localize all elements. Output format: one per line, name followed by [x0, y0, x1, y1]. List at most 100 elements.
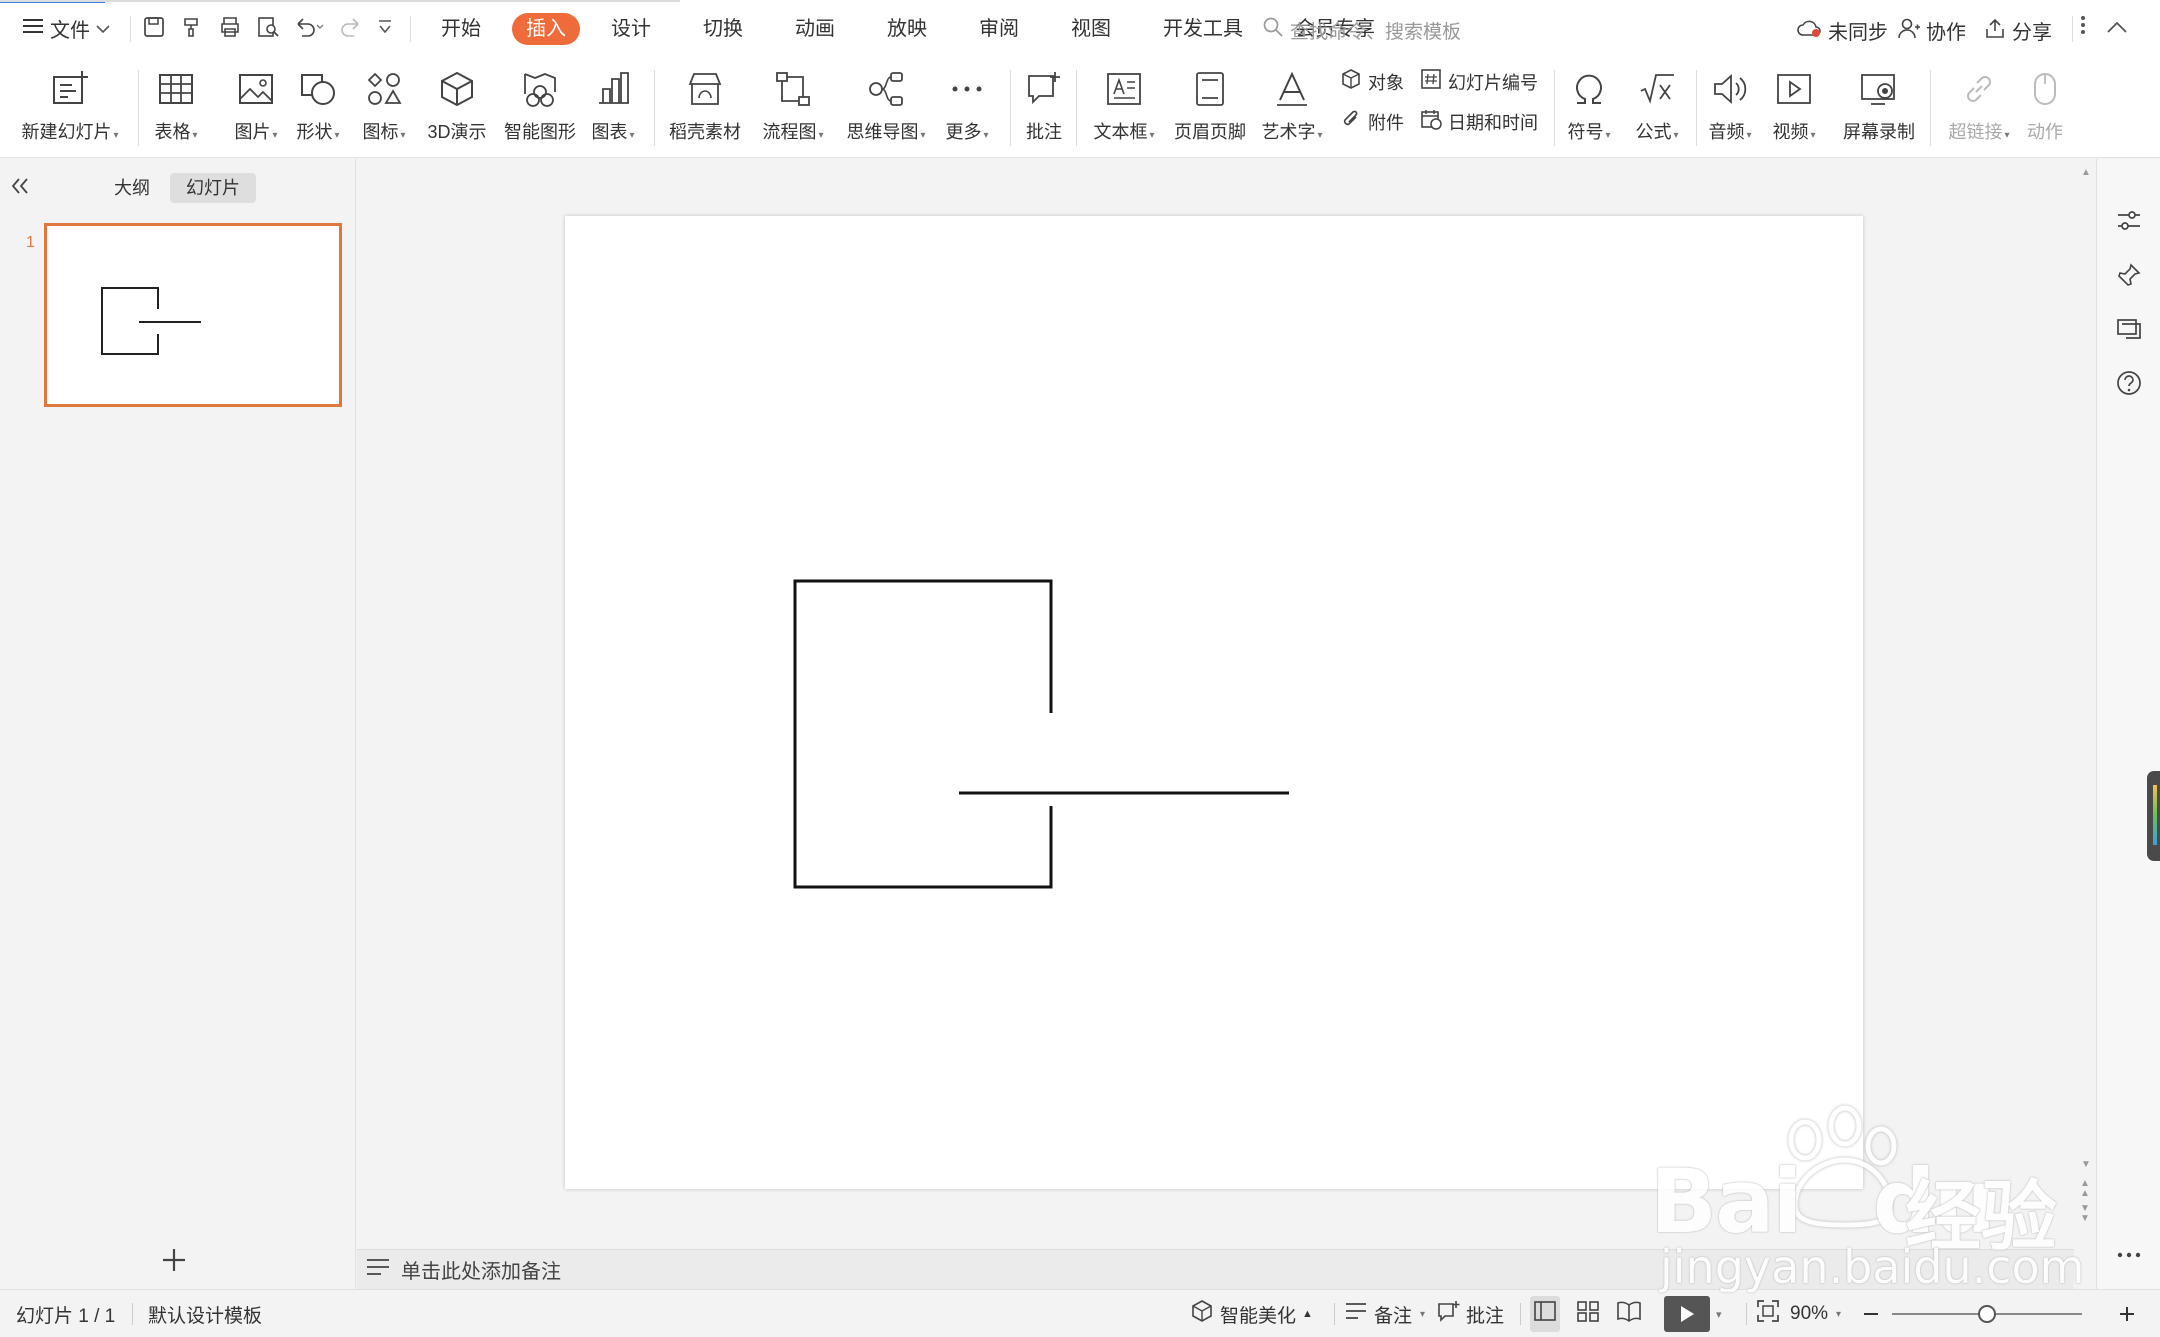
- smart-beautify-button[interactable]: 智能美化 ▲: [1190, 1290, 1313, 1337]
- save-icon[interactable]: [142, 15, 166, 45]
- slide-sorter-icon[interactable]: [1576, 1300, 1600, 1328]
- flowchart-button[interactable]: 流程图 ▾: [752, 62, 834, 144]
- new-slide-button[interactable]: 新建幻灯片 ▾: [10, 62, 130, 144]
- audio-button[interactable]: 音频 ▾: [1698, 62, 1762, 144]
- tab-view[interactable]: 视图: [1050, 13, 1132, 45]
- 3d-presentation-button[interactable]: 3D演示: [416, 62, 498, 144]
- tab-slides[interactable]: 幻灯片: [170, 173, 256, 203]
- prev-slide-icon[interactable]: ▲ ▲: [2080, 1179, 2090, 1199]
- tab-transitions[interactable]: 切换: [682, 13, 764, 45]
- datetime-button[interactable]: 日期和时间: [1420, 108, 1538, 135]
- fit-window-button[interactable]: [1756, 1290, 1780, 1337]
- right-sidebar: [2096, 159, 2160, 1289]
- tab-home[interactable]: 开始: [420, 13, 502, 45]
- status-comment-button[interactable]: 批注: [1436, 1290, 1504, 1337]
- symbol-button[interactable]: 符号 ▾: [1552, 62, 1626, 144]
- zoom-slider-thumb[interactable]: [1978, 1305, 1996, 1323]
- collapse-pane-icon[interactable]: [10, 177, 30, 200]
- redo-icon[interactable]: [338, 16, 362, 44]
- new-slide-label: 新建幻灯片: [21, 122, 112, 142]
- next-slide-icon[interactable]: ▼ ▼: [2080, 1204, 2090, 1224]
- screen-record-label: 屏幕录制: [1843, 122, 1915, 142]
- tab-slideshow[interactable]: 放映: [866, 13, 948, 45]
- tab-design[interactable]: 设计: [590, 13, 672, 45]
- share-button[interactable]: 分享: [1984, 16, 2052, 45]
- mindmap-button[interactable]: 思维导图 ▾: [840, 62, 932, 144]
- fit-window-icon: [1756, 1299, 1780, 1329]
- sync-status-button[interactable]: 未同步: [1796, 16, 1888, 45]
- quick-access-toolbar: [142, 15, 394, 45]
- more-options-icon[interactable]: [2080, 14, 2086, 42]
- 3d-presentation-label: 3D演示: [427, 122, 487, 142]
- print-icon[interactable]: [218, 15, 242, 45]
- chevron-down-icon[interactable]: ▾: [1716, 1308, 1722, 1321]
- print-preview-icon[interactable]: [256, 15, 280, 45]
- beautify-icon: [1190, 1299, 1214, 1329]
- notes-toggle-button[interactable]: 备注 ▾: [1344, 1290, 1425, 1337]
- more-options-icon[interactable]: [2111, 1237, 2147, 1273]
- more-insert-button[interactable]: 更多 ▾: [930, 62, 1004, 144]
- zoom-out-button[interactable]: [1862, 1290, 1880, 1337]
- notes-toggle-icon: [1344, 1301, 1368, 1327]
- collaborate-button[interactable]: 协作: [1898, 16, 1966, 45]
- slide-thumbnail-pane: 大纲 幻灯片 1: [0, 159, 356, 1289]
- scroll-down-icon[interactable]: ▼: [2081, 1159, 2091, 1170]
- properties-icon[interactable]: [2111, 203, 2147, 239]
- tab-developer[interactable]: 开发工具: [1142, 13, 1264, 45]
- slide-number-button[interactable]: 幻灯片编号: [1420, 68, 1538, 95]
- screen-record-button[interactable]: 屏幕录制: [1832, 62, 1926, 144]
- format-painter-icon[interactable]: [180, 15, 204, 45]
- attachment-button[interactable]: 附件: [1340, 108, 1404, 135]
- object-button[interactable]: 对象: [1340, 68, 1404, 95]
- notes-bar[interactable]: 单击此处添加备注: [357, 1249, 2074, 1289]
- command-search[interactable]: 查找命令、搜索模板: [1262, 16, 1461, 44]
- slide-index: 1: [26, 234, 35, 251]
- tab-animations[interactable]: 动画: [774, 13, 856, 45]
- slide-1[interactable]: [565, 216, 1863, 1189]
- zoom-in-button[interactable]: [2118, 1290, 2136, 1337]
- template-name[interactable]: 默认设计模板: [148, 1290, 262, 1337]
- ellipsis-icon: [950, 62, 984, 116]
- file-menu-button[interactable]: 文件: [22, 14, 110, 43]
- tab-insert[interactable]: 插入: [512, 13, 580, 45]
- reading-view-icon[interactable]: [1616, 1300, 1642, 1328]
- picture-label: 图片: [234, 122, 271, 142]
- zoom-level-dropdown[interactable]: 90% ▾: [1790, 1290, 1841, 1337]
- divider: [1746, 1303, 1747, 1325]
- formula-label: 公式: [1635, 122, 1672, 142]
- comment-button[interactable]: 批注: [1004, 62, 1084, 144]
- icon-library-button[interactable]: 图标 ▾: [344, 62, 424, 144]
- attachment-label: 附件: [1368, 112, 1404, 133]
- tab-outline[interactable]: 大纲: [98, 173, 166, 203]
- undo-icon[interactable]: [294, 16, 324, 44]
- action-button[interactable]: 动作: [2005, 62, 2085, 144]
- vertical-scrollbar[interactable]: ▲ ▼ ▲ ▲ ▼ ▼: [2074, 159, 2096, 1289]
- insert-ribbon: 新建幻灯片 ▾ 表格 ▾ 图片 ▾ 形状 ▾ 图标 ▾ 3D演示 智能图形 图表…: [0, 58, 2160, 158]
- customize-quick-access-icon[interactable]: [376, 16, 394, 44]
- daoke-assets-button[interactable]: 稻壳素材: [662, 62, 748, 144]
- slideshow-button[interactable]: ▾: [1664, 1290, 1722, 1337]
- add-slide-button[interactable]: [160, 1246, 188, 1279]
- collapse-ribbon-icon[interactable]: [2106, 17, 2128, 40]
- bracket-shape[interactable]: [793, 579, 1053, 889]
- slide-layout-icon[interactable]: [2111, 311, 2147, 347]
- normal-view-icon[interactable]: [1530, 1296, 1560, 1332]
- video-button[interactable]: 视频 ▾: [1762, 62, 1826, 144]
- help-icon[interactable]: [2111, 365, 2147, 401]
- pin-icon[interactable]: [2111, 257, 2147, 293]
- table-button[interactable]: 表格 ▾: [136, 62, 216, 144]
- floating-tool-handle[interactable]: [2147, 771, 2160, 861]
- tab-review[interactable]: 审阅: [958, 13, 1040, 45]
- formula-button[interactable]: 公式 ▾: [1620, 62, 1694, 144]
- header-footer-button[interactable]: 页眉页脚: [1168, 62, 1252, 144]
- table-label: 表格: [154, 122, 191, 142]
- smartart-button[interactable]: 智能图形: [500, 62, 580, 144]
- zoom-slider[interactable]: [1892, 1290, 2082, 1337]
- search-icon: [1262, 16, 1284, 44]
- textbox-button[interactable]: 文本框 ▾: [1080, 62, 1168, 144]
- wordart-button[interactable]: 艺术字 ▾: [1252, 62, 1332, 144]
- scroll-up-icon[interactable]: ▲: [2081, 167, 2091, 178]
- slide-thumbnail[interactable]: [44, 223, 342, 407]
- slide-count: 幻灯片 1 / 1: [16, 1305, 116, 1327]
- chart-button[interactable]: 图表 ▾: [576, 62, 650, 144]
